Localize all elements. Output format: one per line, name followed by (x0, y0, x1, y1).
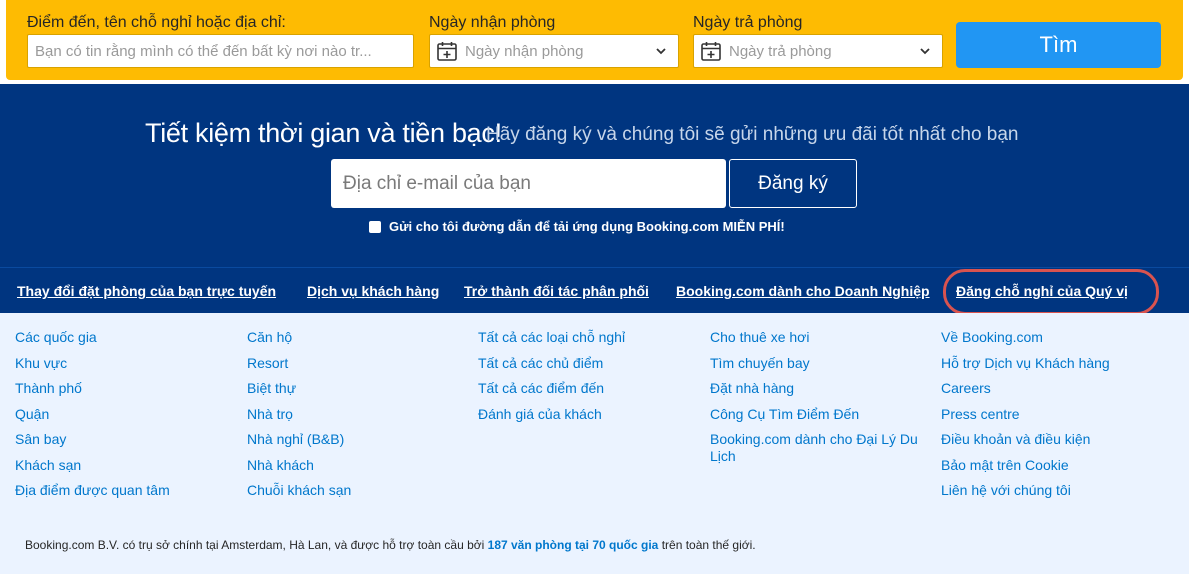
calendar-icon (437, 42, 457, 61)
copyright-text: Booking.com B.V. có trụ sở chính tại Ams… (25, 538, 756, 552)
footer-column-company: Về Booking.com Hỗ trợ Dịch vụ Khách hàng… (941, 329, 1166, 508)
checkout-placeholder: Ngày trả phòng (729, 42, 832, 60)
footer-link[interactable]: Nhà khách (247, 457, 472, 474)
copyright-before: Booking.com B.V. có trụ sở chính tại Ams… (25, 538, 485, 552)
app-link-label[interactable]: Gửi cho tôi đường dẫn để tải ứng dụng Bo… (389, 219, 785, 234)
destination-placeholder: Bạn có tin rằng mình có thể đến bất kỳ n… (35, 42, 372, 60)
footer-link[interactable]: Hỗ trợ Dịch vụ Khách hàng (941, 355, 1166, 372)
footer-link[interactable]: Đặt nhà hàng (710, 380, 935, 397)
affiliate-partner-link[interactable]: Trở thành đối tác phân phối (464, 283, 649, 299)
customer-service-link[interactable]: Dịch vụ khách hàng (307, 283, 439, 299)
footer-column-property-types: Căn hộ Resort Biệt thự Nhà trọ Nhà nghỉ … (247, 329, 472, 508)
footer-link[interactable]: Tất cả các chủ điểm (478, 355, 703, 372)
footer-link[interactable]: Tất cả các điểm đến (478, 380, 703, 397)
footer-link[interactable]: Nhà trọ (247, 406, 472, 423)
footer-link[interactable]: Về Booking.com (941, 329, 1166, 346)
footer-link[interactable]: Tất cả các loại chỗ nghỉ (478, 329, 703, 346)
search-bar: Điểm đến, tên chỗ nghỉ hoặc địa chỉ: Bạn… (6, 0, 1183, 80)
footer-link[interactable]: Địa điểm được quan tâm (15, 482, 240, 499)
offices-count-link[interactable]: 187 văn phòng tại 70 quốc gia (488, 538, 659, 552)
footer-links-bar: Thay đổi đặt phòng của bạn trực tuyến Dị… (0, 267, 1189, 315)
footer-column-all: Tất cả các loại chỗ nghỉ Tất cả các chủ … (478, 329, 703, 431)
footer-link[interactable]: Quận (15, 406, 240, 423)
footer-link[interactable]: Nhà nghỉ (B&B) (247, 431, 472, 448)
search-button[interactable]: Tìm (956, 22, 1161, 68)
footer-link[interactable]: Careers (941, 380, 1166, 397)
email-input[interactable]: Địa chỉ e-mail của bạn (331, 159, 726, 208)
footer-link[interactable]: Bảo mật trên Cookie (941, 457, 1166, 474)
footer-column-services: Cho thuê xe hơi Tìm chuyến bay Đặt nhà h… (710, 329, 935, 474)
footer-link[interactable]: Chuỗi khách sạn (247, 482, 472, 499)
footer-link[interactable]: Biệt thự (247, 380, 472, 397)
manage-booking-link[interactable]: Thay đổi đặt phòng của bạn trực tuyến (17, 283, 276, 299)
app-link-option: Gửi cho tôi đường dẫn để tải ứng dụng Bo… (369, 219, 785, 234)
checkout-label: Ngày trả phòng (693, 14, 803, 31)
footer-link[interactable]: Khách sạn (15, 457, 240, 474)
chevron-down-icon (920, 48, 930, 55)
footer-link[interactable]: Booking.com dành cho Đại Lý Du Lịch (710, 431, 935, 465)
footer-link[interactable]: Cho thuê xe hơi (710, 329, 935, 346)
footer-link[interactable]: Căn hộ (247, 329, 472, 346)
footer-link[interactable]: Sân bay (15, 431, 240, 448)
footer-link[interactable]: Điều khoản và điều kiện (941, 431, 1166, 448)
footer-link[interactable]: Press centre (941, 406, 1166, 423)
copyright-after: trên toàn thế giới. (661, 538, 756, 552)
footer-link[interactable]: Thành phố (15, 380, 240, 397)
footer-link[interactable]: Tìm chuyến bay (710, 355, 935, 372)
footer: Các quốc gia Khu vực Thành phố Quận Sân … (0, 313, 1189, 574)
footer-link[interactable]: Liên hệ với chúng tôi (941, 482, 1166, 499)
highlight-annotation (943, 269, 1159, 315)
business-link[interactable]: Booking.com dành cho Doanh Nghiệp (676, 283, 930, 299)
checkin-date-field[interactable]: Ngày nhận phòng (429, 34, 679, 68)
newsletter-subheading: Hãy đăng ký và chúng tôi sẽ gửi những ưu… (486, 124, 1019, 145)
newsletter-heading: Tiết kiệm thời gian và tiền bạc! (145, 118, 502, 148)
destination-label: Điểm đến, tên chỗ nghỉ hoặc địa chỉ: (27, 14, 286, 31)
destination-input[interactable]: Bạn có tin rằng mình có thể đến bất kỳ n… (27, 34, 414, 68)
footer-link[interactable]: Công Cụ Tìm Điểm Đến (710, 406, 935, 423)
app-link-checkbox[interactable] (369, 220, 381, 233)
checkin-placeholder: Ngày nhận phòng (465, 42, 584, 60)
chevron-down-icon (656, 48, 666, 55)
email-placeholder: Địa chỉ e-mail của bạn (343, 172, 531, 194)
checkin-label: Ngày nhận phòng (429, 14, 556, 31)
newsletter-section: Tiết kiệm thời gian và tiền bạc! Hãy đăn… (0, 84, 1189, 267)
footer-link[interactable]: Resort (247, 355, 472, 372)
subscribe-button[interactable]: Đăng ký (729, 159, 857, 208)
footer-link[interactable]: Các quốc gia (15, 329, 240, 346)
checkout-date-field[interactable]: Ngày trả phòng (693, 34, 943, 68)
footer-link[interactable]: Khu vực (15, 355, 240, 372)
footer-link[interactable]: Đánh giá của khách (478, 406, 703, 423)
calendar-icon (701, 42, 721, 61)
footer-column-places: Các quốc gia Khu vực Thành phố Quận Sân … (15, 329, 240, 508)
